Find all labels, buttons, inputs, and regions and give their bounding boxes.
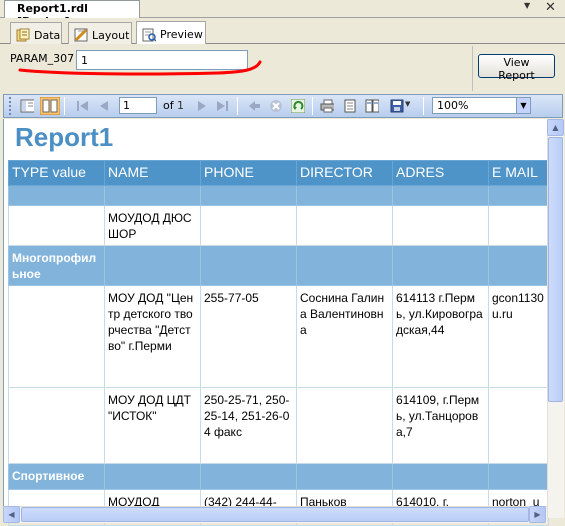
column-header: DIRECTOR <box>296 160 393 186</box>
table-cell: 614113 г.Пермь, ул.Кировоградская,44 <box>392 285 489 388</box>
table-cell <box>8 205 105 246</box>
table-header-row: TYPE value NAME PHONE DIRECTOR ADRES E M… <box>8 160 549 186</box>
scroll-right-icon[interactable]: ▶ <box>529 506 546 523</box>
refresh-icon[interactable] <box>291 99 305 113</box>
chevron-down-icon[interactable]: ▼ <box>516 98 530 113</box>
report-title: Report1 <box>15 122 114 152</box>
table-cell <box>392 463 489 490</box>
table-cell <box>488 463 549 490</box>
preview-icon <box>142 28 157 42</box>
table-cell <box>104 185 201 206</box>
toolbar-separator <box>423 97 424 115</box>
table-cell <box>8 387 105 464</box>
table-cell <box>8 285 105 388</box>
table-cell <box>104 245 201 286</box>
table-cell <box>488 205 549 246</box>
table-cell: МОУДОД ДЮСШОР <box>104 205 201 246</box>
table-cell: Спортивное <box>8 463 105 490</box>
column-header: NAME <box>104 160 201 186</box>
export-dropdown-icon[interactable]: ▼ <box>405 100 410 108</box>
table-cell <box>200 463 297 490</box>
table-cell <box>200 205 297 246</box>
next-page-icon[interactable] <box>195 99 209 113</box>
last-page-icon[interactable] <box>215 99 229 113</box>
column-header: TYPE value <box>8 160 105 186</box>
column-header: PHONE <box>200 160 297 186</box>
stop-icon[interactable] <box>269 99 283 113</box>
print-icon[interactable] <box>320 99 334 113</box>
table-cell: МОУ ДОД "Центр детского творчества "Детс… <box>104 285 201 388</box>
table-cell <box>296 387 393 464</box>
table-cell: МОУ ДОД ЦДТ "ИСТОК" <box>104 387 201 464</box>
tab-layout[interactable]: Layout <box>68 22 132 44</box>
tab-dropdown-icon[interactable]: ▼ <box>524 1 530 10</box>
export-icon[interactable] <box>390 99 404 113</box>
back-icon[interactable] <box>247 99 261 113</box>
toolbar-separator <box>312 97 313 115</box>
page-setup-icon[interactable] <box>365 99 379 113</box>
table-row: МОУ ДОД ЦДТ "ИСТОК" 250-25-71, 250-25-14,… <box>8 387 549 464</box>
toolbar-separator <box>64 97 65 115</box>
group-band-row: Спортивное <box>8 463 549 490</box>
scroll-left-icon[interactable]: ◀ <box>3 506 20 523</box>
group-band-row <box>8 185 549 206</box>
table-cell: 255-77-05 <box>200 285 297 388</box>
total-pages: 1 <box>177 99 184 112</box>
table-cell <box>488 185 549 206</box>
tab-data[interactable]: Data <box>10 22 62 44</box>
table-cell <box>200 185 297 206</box>
print-layout-icon[interactable] <box>343 99 357 113</box>
document-tab[interactable]: Report1.rdl [Design] <box>4 0 140 28</box>
close-icon[interactable]: ✕ <box>545 0 556 15</box>
parameters-icon[interactable] <box>40 97 60 115</box>
first-page-icon[interactable] <box>76 99 90 113</box>
table-cell <box>8 185 105 206</box>
tab-layout-label: Layout <box>92 28 130 42</box>
document-map-icon[interactable] <box>20 99 34 113</box>
table-cell <box>488 245 549 286</box>
tab-data-label: Data <box>34 28 61 42</box>
table-cell: 614109, г.Пермь, ул.Танцорова,7 <box>392 387 489 464</box>
table-cell <box>200 245 297 286</box>
table-cell <box>392 245 489 286</box>
data-icon <box>16 28 30 42</box>
table-cell: Соснина Галина Валентиновна <box>296 285 393 388</box>
table-cell <box>488 387 549 464</box>
page-number-input[interactable] <box>119 97 157 114</box>
view-report-button[interactable]: View Report <box>478 54 555 82</box>
table-row: МОУ ДОД "Центр детского творчества "Детс… <box>8 285 549 388</box>
table-cell <box>392 205 489 246</box>
table-cell: gcon1130u.ru <box>488 285 549 388</box>
table-cell <box>296 205 393 246</box>
table-cell <box>296 245 393 286</box>
column-header: E MAIL <box>488 160 549 186</box>
layout-icon <box>74 28 88 42</box>
scroll-up-icon[interactable]: ▲ <box>547 119 564 136</box>
table-cell <box>296 185 393 206</box>
toolbar-grip[interactable] <box>9 97 12 115</box>
horizontal-scroll-thumb[interactable] <box>21 507 529 522</box>
table-cell <box>296 463 393 490</box>
table-cell <box>104 463 201 490</box>
table-cell: Многопрофильное <box>8 245 105 286</box>
toolbar-separator <box>237 97 238 115</box>
table-cell: 250-25-71, 250-25-14, 251-26-04 факс <box>200 387 297 464</box>
group-band-row: Многопрофильное <box>8 245 549 286</box>
tab-preview-label: Preview <box>160 28 203 41</box>
table-row: МОУДОД ДЮСШОР <box>8 205 549 246</box>
red-annotation-underline <box>18 60 262 76</box>
of-label: of <box>163 99 174 112</box>
previous-page-icon[interactable] <box>97 99 111 113</box>
vertical-scroll-thumb[interactable] <box>548 137 563 402</box>
column-header: ADRES <box>392 160 489 186</box>
tab-preview[interactable]: Preview <box>136 21 206 44</box>
table-cell <box>392 185 489 206</box>
report-table: TYPE value NAME PHONE DIRECTOR ADRES E M… <box>8 160 549 526</box>
